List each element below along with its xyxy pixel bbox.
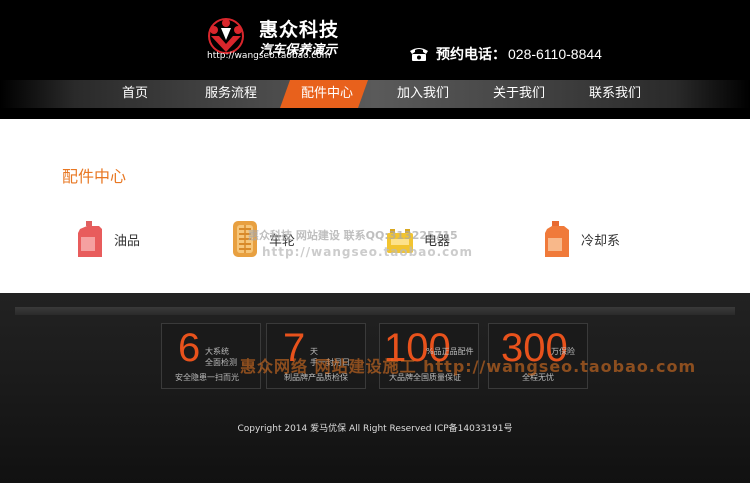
site-footer: 6 大系统 全面检测 安全隐患一扫而光 7 天 手一封月日 制品牌产品质检保 1… [0,293,750,483]
category-oil[interactable]: 油品 [75,219,140,259]
category-cooling[interactable]: 冷却系 [542,219,620,259]
category-label: 冷却系 [581,233,621,249]
logo-title: 惠众科技 [259,19,340,41]
phone-label: 预约电话： [436,47,506,63]
copyright-text: Copyright 2014 爱马优保 All Right Reserved I… [237,424,513,434]
nav-item-join-us[interactable]: 加入我们 [388,80,458,108]
logo-url: http://wangseo.taobao.com [207,51,331,61]
stat-description: 安全隐患一扫而光 [175,373,239,382]
site-logo[interactable]: 惠众科技 汽车保养演示 http://wangseo.taobao.com [203,14,353,64]
nav-item-contact-us[interactable]: 联系我们 [580,80,650,108]
nav-item-home[interactable]: 首页 [104,80,166,108]
footer-watermark: 惠众网络 网站建设施工 http://wangseo.taobao.com [240,357,697,376]
booking-phone: 预约电话： 028-6110-8844 [408,43,602,65]
nav-item-service-process[interactable]: 服务流程 [196,80,266,108]
watermark-text: 惠众科技 网站建设 联系QQ:313225715 [248,229,458,242]
stat-number: 6 [178,326,201,370]
nav-bottom-band [0,108,750,119]
category-label: 油品 [114,233,141,249]
section-title: 配件中心 [62,167,127,186]
stat-caption: 大系统 全面检测 [205,347,237,367]
parts-center-section: 配件中心 油品 车轮 电器 冷却系 惠众科技 网站建设 联系QQ:3132257… [0,119,750,293]
watermark-url: http://wangseo.taobao.com [262,245,473,259]
phone-number[interactable]: 028-6110-8844 [508,46,602,62]
coolant-icon [545,221,569,257]
footer-divider [15,307,735,315]
site-header: 惠众科技 汽车保养演示 http://wangseo.taobao.com 预约… [0,0,750,80]
phone-icon [410,48,428,61]
oil-can-icon [78,221,102,257]
nav-item-about-us[interactable]: 关于我们 [484,80,554,108]
nav-item-parts-center[interactable]: 配件中心 [290,80,364,108]
main-nav: 首页 服务流程 配件中心 加入我们 关于我们 联系我们 [0,80,750,108]
